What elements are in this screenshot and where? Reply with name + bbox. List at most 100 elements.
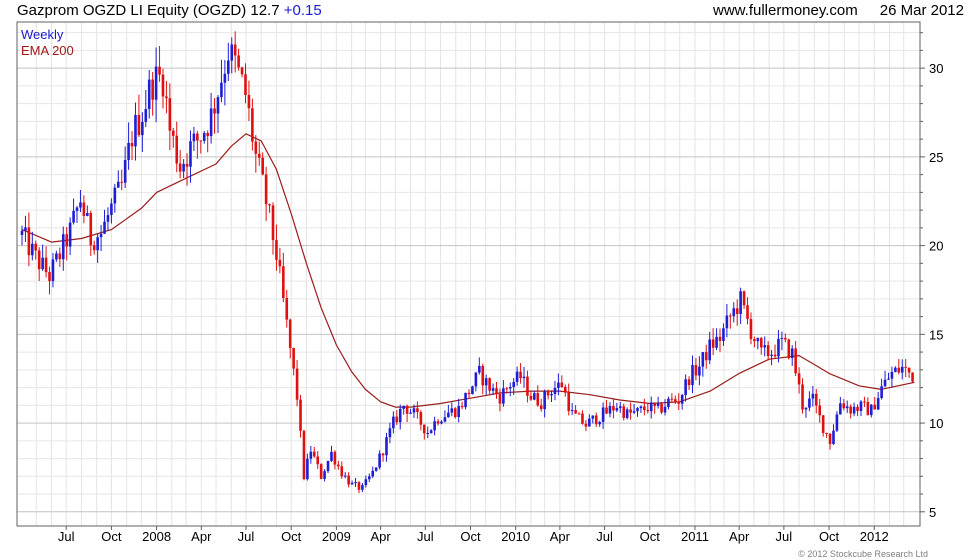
candle-body xyxy=(759,338,763,348)
candle-body xyxy=(718,336,722,341)
candle-body xyxy=(340,466,344,477)
candle-body xyxy=(574,410,577,414)
candle-body xyxy=(244,74,247,95)
candle-body xyxy=(68,222,72,247)
candle-body xyxy=(649,402,653,412)
candle-body xyxy=(876,398,880,410)
candle-body xyxy=(292,348,295,369)
candle-body xyxy=(182,163,185,172)
candle-body xyxy=(120,181,124,183)
candle-body xyxy=(519,371,522,379)
y-tick-label: 30 xyxy=(929,61,943,76)
candle-body xyxy=(189,141,192,167)
candle-body xyxy=(835,414,839,431)
candle-body xyxy=(299,399,302,431)
candle-body xyxy=(443,417,447,422)
candle-body xyxy=(526,376,529,396)
candle-body xyxy=(832,430,835,445)
candle-body xyxy=(529,395,533,400)
candle-body xyxy=(319,464,323,479)
x-tick-label: Apr xyxy=(370,529,391,544)
candle-body xyxy=(165,96,168,99)
candle-body xyxy=(285,298,289,320)
y-tick-label: 5 xyxy=(929,505,936,520)
candle-body xyxy=(312,451,316,457)
x-tick-label: Apr xyxy=(729,529,750,544)
x-tick-label: Jul xyxy=(776,529,793,544)
candle-body xyxy=(230,44,234,61)
candle-body xyxy=(223,73,227,83)
candle-body xyxy=(20,230,24,235)
candle-body xyxy=(646,410,650,412)
candle-body xyxy=(147,79,151,109)
candle-body xyxy=(233,44,237,56)
candle-body xyxy=(268,204,271,206)
candle-body xyxy=(474,372,478,387)
candle-body xyxy=(271,205,275,241)
candle-body xyxy=(395,416,399,423)
candle-body xyxy=(677,401,681,404)
candle-body xyxy=(515,371,519,382)
candle-body xyxy=(498,393,502,404)
candle-body xyxy=(883,379,887,387)
candle-body xyxy=(735,308,739,314)
candle-body xyxy=(887,378,890,380)
candle-body xyxy=(890,371,894,379)
x-tick-label: 2010 xyxy=(501,529,530,544)
x-tick-label: Oct xyxy=(281,529,302,544)
candle-body xyxy=(106,215,110,222)
candle-body xyxy=(601,407,605,422)
candle-body xyxy=(663,406,667,413)
candle-body xyxy=(495,388,498,394)
candle-body xyxy=(429,430,433,434)
x-tick-label: Oct xyxy=(819,529,840,544)
candle-body xyxy=(86,213,89,216)
candle-body xyxy=(113,187,117,204)
candle-body xyxy=(251,108,254,142)
candle-body xyxy=(171,130,175,136)
candle-body xyxy=(306,458,309,480)
candle-body xyxy=(275,240,278,260)
candle-body xyxy=(416,408,419,413)
candle-body xyxy=(412,408,416,413)
candle-body xyxy=(24,227,27,231)
candle-body xyxy=(337,464,340,467)
candle-body xyxy=(51,259,55,282)
candle-body xyxy=(426,433,430,435)
candle-body xyxy=(722,328,725,341)
candle-body xyxy=(543,391,546,410)
candle-body xyxy=(48,272,51,282)
candle-body xyxy=(61,234,65,260)
y-tick-label: 25 xyxy=(929,150,943,165)
candle-body xyxy=(656,403,660,406)
candle-body xyxy=(584,423,588,427)
candle-body xyxy=(79,202,82,208)
candle-body xyxy=(333,451,337,465)
x-tick-label: Jul xyxy=(58,529,75,544)
candle-body xyxy=(168,98,172,131)
candle-body xyxy=(237,55,240,68)
candle-body xyxy=(873,404,877,410)
candle-body xyxy=(347,475,350,485)
candle-body xyxy=(309,451,313,459)
candle-body xyxy=(227,60,230,74)
candle-body xyxy=(378,453,381,468)
candle-body xyxy=(512,381,515,388)
candle-body xyxy=(491,388,495,391)
candle-body xyxy=(202,132,206,141)
candle-body xyxy=(821,415,825,433)
candle-body xyxy=(691,365,694,386)
candle-body xyxy=(264,174,268,205)
candle-body xyxy=(199,140,203,142)
x-tick-label: Oct xyxy=(460,529,481,544)
candle-body xyxy=(870,404,873,416)
candle-body xyxy=(31,243,34,256)
candle-body xyxy=(739,291,742,314)
candle-body xyxy=(41,257,44,270)
candle-body xyxy=(557,382,560,388)
candle-body xyxy=(388,428,392,438)
candle-body xyxy=(708,339,711,361)
candle-body xyxy=(282,266,285,299)
candle-body xyxy=(343,475,347,477)
candle-body xyxy=(588,418,591,427)
